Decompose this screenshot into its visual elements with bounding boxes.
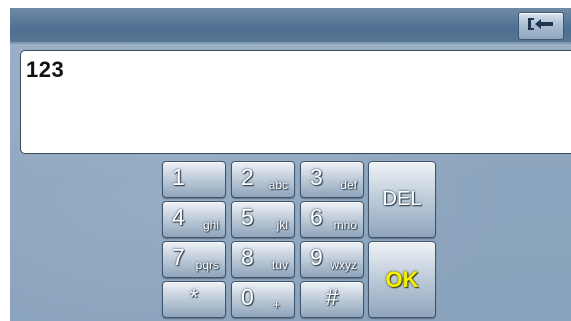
key-2[interactable]: 2 abc <box>231 161 295 198</box>
delete-button[interactable]: DEL <box>368 161 436 238</box>
top-bar <box>10 8 571 44</box>
keypad-screen: 123 1 2 abc 3 def 4 ghi 5 jkl 6 mno 7 pq… <box>10 8 571 321</box>
key-3[interactable]: 3 def <box>300 161 364 198</box>
delete-label: DEL <box>382 188 422 210</box>
key-hash[interactable]: # <box>300 281 364 318</box>
key-6[interactable]: 6 mno <box>300 201 364 238</box>
ok-button[interactable]: OK <box>368 241 436 318</box>
back-arrow-icon <box>526 16 556 37</box>
key-star[interactable]: * <box>162 281 226 318</box>
key-5[interactable]: 5 jkl <box>231 201 295 238</box>
key-1[interactable]: 1 <box>162 161 226 198</box>
key-7[interactable]: 7 pqrs <box>162 241 226 278</box>
key-4[interactable]: 4 ghi <box>162 201 226 238</box>
ok-label: OK <box>385 266 419 292</box>
entry-value: 123 <box>26 57 65 82</box>
number-entry-field[interactable] <box>20 50 571 154</box>
key-9[interactable]: 9 wxyz <box>300 241 364 278</box>
key-0[interactable]: 0 + <box>231 281 295 318</box>
back-button[interactable] <box>518 12 564 40</box>
key-8[interactable]: 8 tuv <box>231 241 295 278</box>
